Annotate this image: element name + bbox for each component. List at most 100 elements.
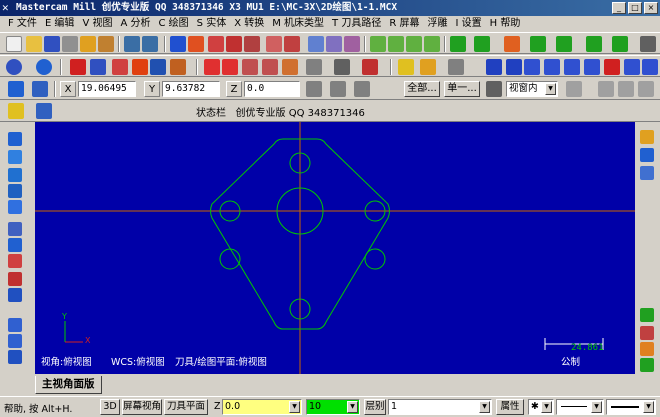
new-file-icon[interactable] [6, 36, 22, 52]
select-mode-4-icon[interactable] [638, 81, 654, 97]
solid-cylinder-icon[interactable] [612, 36, 628, 52]
window-mode-select[interactable]: 视窗内 ▼ [506, 81, 558, 97]
menu-xform[interactable]: X 转换 [230, 16, 268, 32]
zoom-previous-icon[interactable] [284, 36, 300, 52]
menu-create[interactable]: C 绘图 [155, 16, 193, 32]
view-front-icon[interactable] [388, 36, 404, 52]
select-mode-2-icon[interactable] [598, 81, 614, 97]
solid-loft-icon[interactable] [8, 184, 22, 198]
right-tool-4-icon[interactable] [640, 308, 654, 322]
minimize-button[interactable]: _ [612, 2, 626, 14]
level-input[interactable]: 1 ▼ [388, 399, 492, 415]
solid-fillet-icon[interactable] [8, 200, 22, 214]
autocursor-icon[interactable] [8, 81, 24, 97]
right-tool-1-icon[interactable] [640, 130, 654, 144]
solid-revolve-icon[interactable] [8, 150, 22, 164]
print-icon[interactable] [62, 36, 78, 52]
toolpath-7-icon[interactable] [604, 59, 620, 75]
z-coordinate-input[interactable]: 0.0 [244, 81, 300, 97]
verify-icon[interactable] [486, 81, 502, 97]
hatch-icon[interactable] [222, 59, 238, 75]
boolean-remove-icon[interactable] [8, 334, 22, 348]
menu-settings[interactable]: I 设置 [451, 16, 485, 32]
grid-icon[interactable] [204, 59, 220, 75]
create-arc-icon[interactable] [504, 36, 520, 52]
maximize-button[interactable]: □ [628, 2, 642, 14]
line-width-select[interactable]: ▼ [606, 399, 656, 415]
zoom-window-icon[interactable] [208, 36, 224, 52]
analyze-icon[interactable] [70, 59, 86, 75]
trim-icon[interactable] [586, 36, 602, 52]
chain-icon[interactable] [150, 59, 166, 75]
zoom-out-icon[interactable] [244, 36, 260, 52]
zoom-target-icon[interactable] [266, 36, 282, 52]
select-all-button[interactable]: 全部... [404, 81, 440, 97]
menu-view[interactable]: V 视图 [78, 16, 116, 32]
menu-file[interactable]: F 文件 [4, 16, 41, 32]
menu-help[interactable]: H 帮助 [486, 16, 525, 32]
star-icon[interactable] [420, 59, 436, 75]
bulb-icon[interactable] [8, 103, 24, 119]
menu-analyze[interactable]: A 分析 [116, 16, 154, 32]
point-style-select[interactable]: ✱ ▼ [528, 399, 554, 415]
rotate-icon[interactable] [282, 59, 298, 75]
y-coordinate-input[interactable]: 9.63782 [162, 81, 220, 97]
select-mode-3-icon[interactable] [618, 81, 634, 97]
right-tool-7-icon[interactable] [640, 358, 654, 372]
close-button[interactable]: × [644, 2, 658, 14]
translate-icon[interactable] [334, 59, 350, 75]
fillet-icon[interactable] [530, 36, 546, 52]
undo-icon[interactable] [124, 36, 140, 52]
shell-icon[interactable] [8, 350, 22, 364]
mirror-icon[interactable] [262, 59, 278, 75]
toolpath-5-icon[interactable] [564, 59, 580, 75]
menu-screen[interactable]: R 屏幕 [385, 16, 423, 32]
toolpath-4-icon[interactable] [544, 59, 560, 75]
wireframe-icon[interactable] [326, 36, 342, 52]
toolpath-3-icon[interactable] [524, 59, 540, 75]
tab-main-view[interactable]: 主视角面版 [35, 376, 102, 394]
pencil-icon[interactable] [398, 59, 414, 75]
select-single-button[interactable]: 单一... [444, 81, 480, 97]
solid-sphere-icon[interactable] [8, 272, 22, 286]
chamfer-icon[interactable] [556, 36, 572, 52]
menu-edit[interactable]: E 编辑 [41, 16, 79, 32]
zoom-in-icon[interactable] [226, 36, 242, 52]
z-depth-input[interactable]: 0.0 ▼ [222, 399, 302, 415]
graphics-viewport[interactable]: Y X 视角:俯视图 WCS:俯视图 刀具/绘图平面:俯视图 24.861 公制 [35, 122, 635, 374]
screen-view-button[interactable]: 屏幕视角 [122, 399, 162, 415]
sphere-icon[interactable] [36, 59, 52, 75]
create-line-icon[interactable] [474, 36, 490, 52]
toolpath-6-icon[interactable] [584, 59, 600, 75]
offset-icon[interactable] [242, 59, 258, 75]
attributes-button[interactable]: 属性 [496, 399, 524, 415]
x-coordinate-input[interactable]: 19.06495 [78, 81, 136, 97]
create-point-icon[interactable] [450, 36, 466, 52]
solid-torus-icon[interactable] [8, 288, 22, 302]
boolean-add-icon[interactable] [8, 318, 22, 332]
tool-plane-button[interactable]: 刀具平面 [164, 399, 208, 415]
solid-sweep-icon[interactable] [8, 168, 22, 182]
scale-icon[interactable] [306, 59, 322, 75]
toolpath-2-icon[interactable] [506, 59, 522, 75]
color-select[interactable]: 10 ▼ [306, 399, 360, 415]
3d-button[interactable]: 3D [100, 399, 120, 415]
fast-point-icon[interactable] [32, 81, 48, 97]
grid-snap-icon[interactable] [330, 81, 346, 97]
view-side-icon[interactable] [406, 36, 422, 52]
menu-relief[interactable]: 浮雕 [423, 16, 451, 32]
color-icon[interactable] [132, 59, 148, 75]
more-tools-icon[interactable] [640, 36, 656, 52]
repaint-icon[interactable] [188, 36, 204, 52]
import-icon[interactable] [80, 36, 96, 52]
open-file-icon[interactable] [26, 36, 42, 52]
solid-box-icon[interactable] [8, 222, 22, 236]
view-top-icon[interactable] [370, 36, 386, 52]
solid-cone-icon[interactable] [8, 254, 22, 268]
toolpath-9-icon[interactable] [642, 59, 658, 75]
menu-toolpaths[interactable]: T 刀具路径 [328, 16, 385, 32]
shade-icon[interactable] [308, 36, 324, 52]
lock-icon[interactable] [306, 81, 322, 97]
solid-extrude-icon[interactable] [8, 132, 22, 146]
level-button[interactable]: 层别 [364, 399, 386, 415]
